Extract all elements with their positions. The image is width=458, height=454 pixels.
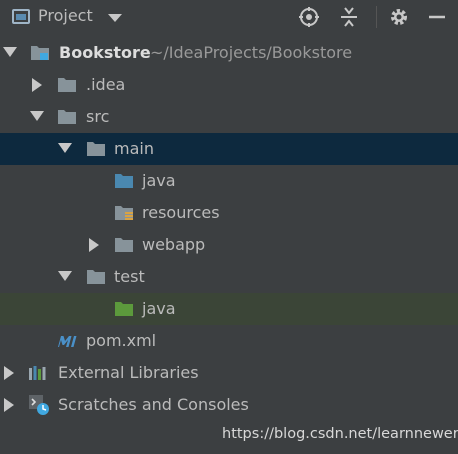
source-folder-icon bbox=[115, 174, 133, 188]
gear-icon[interactable] bbox=[388, 6, 410, 28]
folder-icon bbox=[87, 142, 105, 156]
tree-item-pom[interactable]: pom.xml bbox=[0, 325, 458, 357]
tree-item-external-libraries[interactable]: External Libraries bbox=[0, 357, 458, 389]
expand-arrow-icon[interactable] bbox=[32, 78, 42, 92]
tree-item-label: test bbox=[114, 267, 145, 286]
expand-arrow-icon[interactable] bbox=[58, 143, 72, 153]
folder-icon bbox=[58, 110, 76, 124]
tree-item-src[interactable]: src bbox=[0, 101, 458, 133]
expand-arrow-icon[interactable] bbox=[4, 398, 14, 412]
locate-target-icon[interactable] bbox=[298, 6, 320, 28]
folder-icon bbox=[58, 78, 76, 92]
folder-icon bbox=[87, 270, 105, 284]
tree-item-bookstore[interactable]: Bookstore ~/IdeaProjects/Bookstore bbox=[0, 37, 458, 69]
tree-item-label: resources bbox=[142, 203, 220, 222]
tree-item-label: java bbox=[142, 171, 176, 190]
tree-item-label: External Libraries bbox=[58, 363, 199, 382]
project-panel-header: Project bbox=[0, 0, 458, 36]
minimize-icon[interactable] bbox=[426, 6, 448, 28]
expand-arrow-icon[interactable] bbox=[3, 47, 17, 57]
tree-item-label: java bbox=[142, 299, 176, 318]
expand-arrow-icon[interactable] bbox=[30, 111, 44, 121]
tree-item-label: src bbox=[86, 107, 110, 126]
expand-arrow-icon[interactable] bbox=[89, 238, 99, 252]
expand-arrow-icon[interactable] bbox=[58, 271, 72, 281]
tree-item-scratches[interactable]: Scratches and Consoles bbox=[0, 389, 458, 421]
tree-item-label: Scratches and Consoles bbox=[58, 395, 249, 414]
tree-item-label: .idea bbox=[86, 75, 126, 94]
resources-folder-icon bbox=[115, 206, 133, 220]
project-path: ~/IdeaProjects/Bookstore bbox=[150, 43, 353, 62]
expand-arrow-icon[interactable] bbox=[4, 366, 14, 380]
tree-item-test[interactable]: test bbox=[0, 261, 458, 293]
panel-title[interactable]: Project bbox=[38, 6, 93, 25]
tree-item-label: main bbox=[114, 139, 154, 158]
watermark-url: https://blog.csdn.net/learnnewer bbox=[222, 426, 458, 442]
tree-item-test-java[interactable]: java bbox=[0, 293, 458, 325]
project-view-icon[interactable] bbox=[12, 9, 30, 24]
tree-item-resources[interactable]: resources bbox=[0, 197, 458, 229]
tree-item-main-java[interactable]: java bbox=[0, 165, 458, 197]
folder-icon bbox=[115, 238, 133, 252]
library-icon bbox=[29, 366, 46, 380]
scratches-icon bbox=[29, 395, 49, 415]
tree-item-label: webapp bbox=[142, 235, 206, 254]
dropdown-caret-icon[interactable] bbox=[108, 14, 122, 22]
tree-item-label: pom.xml bbox=[86, 331, 157, 350]
tree-item-label: Bookstore bbox=[59, 43, 151, 62]
tree-item-idea[interactable]: .idea bbox=[0, 69, 458, 101]
module-folder-icon bbox=[31, 46, 49, 60]
tree-item-webapp[interactable]: webapp bbox=[0, 229, 458, 261]
tree-item-main[interactable]: main bbox=[0, 133, 458, 165]
toolbar-separator bbox=[376, 6, 377, 28]
test-folder-icon bbox=[115, 302, 133, 316]
maven-icon bbox=[58, 336, 77, 347]
collapse-all-icon[interactable] bbox=[338, 6, 360, 28]
